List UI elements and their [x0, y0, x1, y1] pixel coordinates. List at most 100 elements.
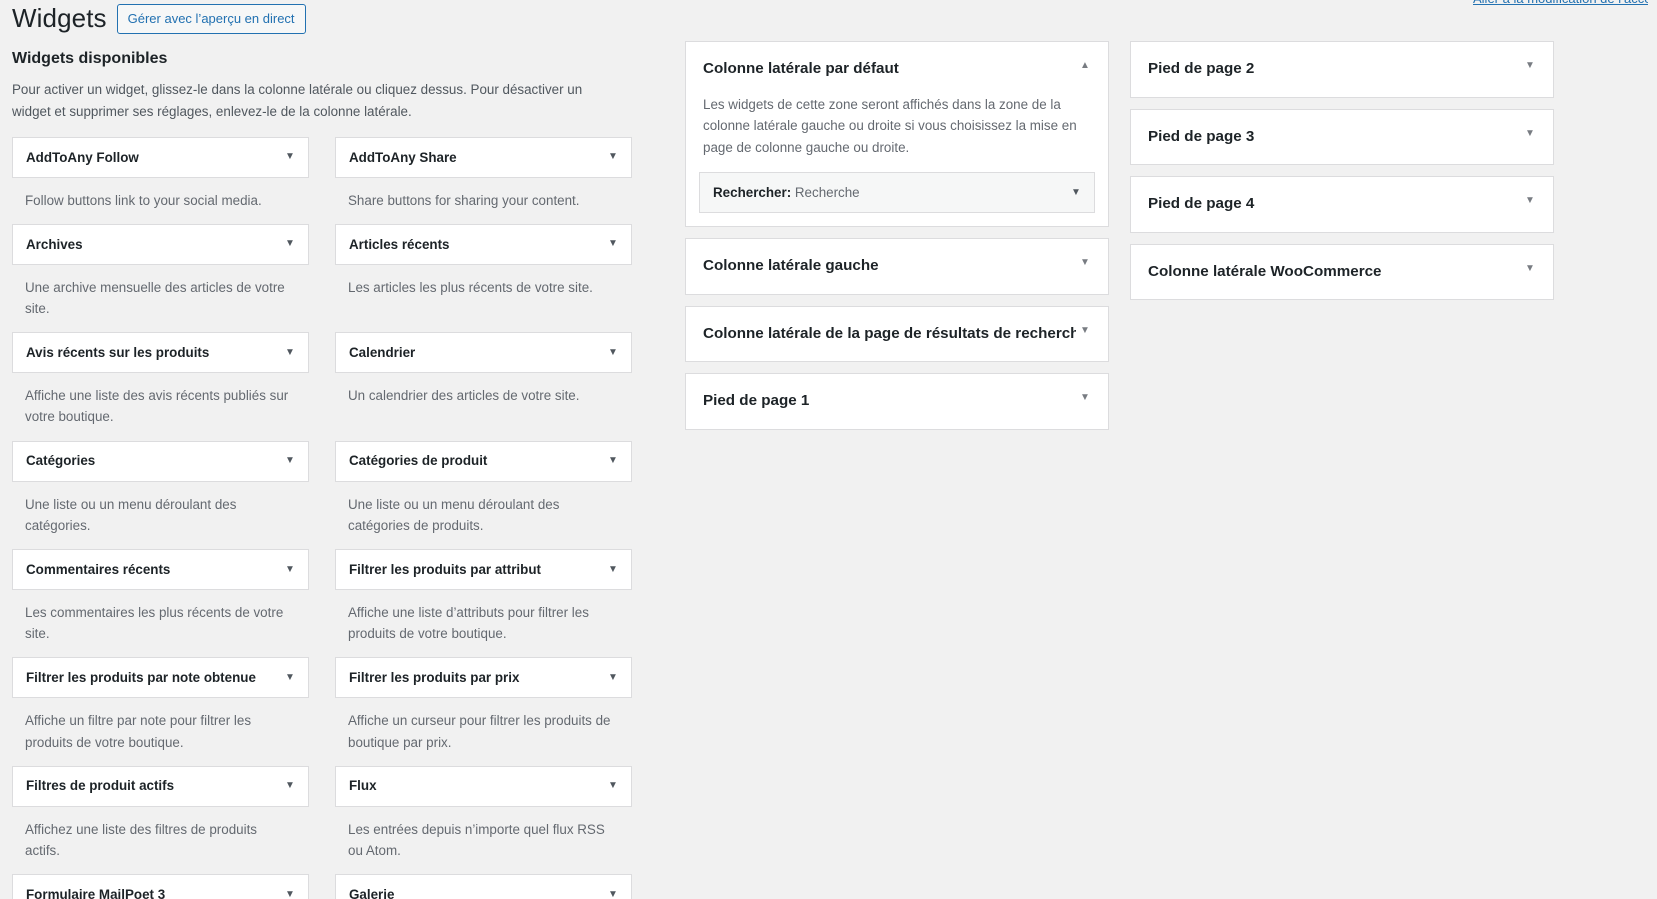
chevron-down-icon[interactable]: ▼: [605, 456, 621, 466]
chevron-down-icon[interactable]: ▼: [605, 564, 621, 575]
available-widget-description: Affiche une liste d’attributs pour filtr…: [348, 605, 589, 642]
sidebar-panel-header[interactable]: Colonne latérale WooCommerce ▼: [1131, 245, 1553, 300]
chevron-down-icon[interactable]: ▼: [605, 672, 621, 683]
chevron-down-icon[interactable]: ▼: [1521, 194, 1539, 208]
available-widget-description: Une liste ou un menu déroulant des catég…: [348, 496, 560, 533]
sidebar-panel-header[interactable]: Colonne latérale par défaut ▲: [686, 42, 1108, 88]
chevron-down-icon[interactable]: ▼: [282, 889, 298, 899]
available-widget-item: AddToAny Follow ▼ Follow buttons link to y…: [12, 136, 309, 224]
available-widget-card[interactable]: AddToAny Share ▼: [335, 136, 632, 178]
available-widget-name: Archives: [26, 236, 83, 252]
assigned-widget[interactable]: Rechercher: Recherche ▼: [699, 172, 1095, 214]
sidebar-panel-title: Colonne latérale par défaut: [703, 60, 899, 77]
available-widget-description: Affichez une liste des filtres de produi…: [25, 821, 257, 858]
available-widget-item: Filtrer les produits par note obtenue ▼ Af…: [12, 657, 309, 765]
chevron-down-icon[interactable]: ▼: [282, 239, 298, 249]
chevron-down-icon[interactable]: ▼: [1076, 391, 1094, 405]
available-widget-name: Articles récents: [349, 236, 450, 252]
sidebar-panel-title: Pied de page 3: [1148, 127, 1255, 145]
chevron-down-icon[interactable]: ▼: [1068, 187, 1084, 198]
available-widget-name: Filtrer les produits par note obtenue: [26, 670, 256, 686]
available-widget-card[interactable]: Catégories ▼: [12, 440, 309, 482]
available-widget-description: Un calendrier des articles de votre site…: [348, 388, 580, 404]
available-widget-card[interactable]: Avis récents sur les produits ▼: [12, 332, 309, 374]
available-widget-card[interactable]: Formulaire MailPoet 3 ▼: [12, 874, 309, 899]
available-widget-description: Les commentaires les plus récents de vot…: [25, 605, 284, 642]
available-widget-card[interactable]: Calendrier ▼: [335, 332, 632, 374]
available-widget-item: Articles récents ▼ Les articles les plus r…: [335, 223, 632, 332]
available-widgets-grid: AddToAny Follow ▼ Follow buttons link to y…: [12, 136, 632, 899]
chevron-down-icon[interactable]: ▼: [605, 347, 621, 358]
available-widget-item: Formulaire MailPoet 3▼Ajouter un formula…: [12, 874, 309, 899]
chevron-down-icon[interactable]: ▼: [605, 889, 621, 899]
available-widget-description: Une liste ou un menu déroulant des catég…: [25, 496, 237, 533]
sidebar-panel-header[interactable]: Pied de page 4 ▼: [1131, 177, 1553, 232]
available-widget-name: AddToAny Share: [349, 149, 457, 165]
chevron-down-icon[interactable]: ▼: [605, 152, 621, 162]
available-widget-card[interactable]: Archives ▼: [12, 223, 309, 265]
chevron-down-icon[interactable]: ▼: [1521, 127, 1539, 141]
sidebar-panel-description: Les widgets de cette zone seront affiché…: [703, 97, 1077, 155]
available-widget-name: Avis récents sur les produits: [26, 345, 210, 361]
available-widget-item: Filtrer les produits par prix ▼ Affiche un…: [335, 657, 632, 765]
chevron-down-icon[interactable]: ▼: [282, 456, 298, 466]
sidebar-panel-header[interactable]: Pied de page 2 ▼: [1131, 42, 1553, 97]
sidebar-panel-title: Pied de page 4: [1148, 195, 1255, 213]
chevron-down-icon[interactable]: ▼: [282, 347, 298, 358]
chevron-down-icon[interactable]: ▼: [282, 564, 298, 575]
available-widget-card[interactable]: Flux ▼: [335, 765, 632, 807]
available-widget-name: Commentaires récents: [26, 561, 171, 577]
chevron-down-icon[interactable]: ▼: [282, 781, 298, 791]
skip-to-accessibility-link-container: Aller à la modification de l’accessibili…: [1473, 0, 1648, 6]
available-widget-card[interactable]: Articles récents ▼: [335, 223, 632, 265]
available-widget-description: Share buttons for sharing your content.: [348, 192, 580, 208]
available-widget-description: Affiche un curseur pour filtrer les prod…: [348, 713, 611, 750]
accessibility-mode-link[interactable]: Aller à la modification de l’accessibili…: [1473, 0, 1648, 6]
sidebar-panel: Colonne latérale gauche ▼: [685, 238, 1109, 295]
available-widget-item: Filtres de produit actifs ▼ Affichez une l…: [12, 765, 309, 874]
available-widget-item: Flux ▼ Les entrées depuis n’importe quel f…: [335, 765, 632, 874]
sidebar-panel-title: Pied de page 1: [703, 392, 810, 410]
chevron-down-icon[interactable]: ▼: [282, 672, 298, 683]
sidebar-panel: Colonne latérale WooCommerce ▼: [1130, 243, 1554, 301]
available-widget-card[interactable]: Filtres de produit actifs ▼: [12, 765, 309, 807]
available-widget-card[interactable]: Filtrer les produits par attribut ▼: [335, 549, 632, 590]
available-widget-item: Calendrier ▼ Un calendrier des articles de…: [335, 332, 632, 440]
available-widget-item: Catégories ▼ Une liste ou un menu déroulan…: [12, 440, 309, 549]
chevron-down-icon[interactable]: ▼: [1521, 262, 1539, 276]
manage-with-live-preview-button[interactable]: Gérer avec l’aperçu en direct: [116, 3, 306, 34]
chevron-up-icon[interactable]: ▲: [1076, 59, 1094, 73]
available-widget-card[interactable]: AddToAny Follow ▼: [12, 136, 309, 178]
available-widget-item: Avis récents sur les produits ▼ Affiche un…: [12, 332, 309, 440]
sidebar-panel-header[interactable]: Colonne latérale gauche ▼: [686, 239, 1108, 294]
sidebar-panel-header[interactable]: Pied de page 3 ▼: [1131, 110, 1553, 165]
chevron-down-icon[interactable]: ▼: [282, 152, 298, 162]
available-widget-item: Catégories de produit ▼ Une liste ou un me…: [335, 440, 632, 549]
available-widgets-section: Widgets disponibles Pour activer un widg…: [12, 48, 632, 899]
available-widget-item: AddToAny Share ▼ Share buttons for sharing…: [335, 136, 632, 224]
available-widget-name: Filtres de produit actifs: [26, 778, 175, 794]
available-widget-item: Filtrer les produits par attribut ▼ Affich…: [335, 549, 632, 657]
available-widget-card[interactable]: Filtrer les produits par note obtenue ▼: [12, 657, 309, 699]
chevron-down-icon[interactable]: ▼: [605, 781, 621, 791]
page-title: Widgets: [12, 3, 107, 33]
sidebar-panel-header[interactable]: Pied de page 1 ▼: [686, 374, 1108, 429]
available-widget-card[interactable]: Galerie ▼: [335, 874, 632, 899]
chevron-down-icon[interactable]: ▼: [1521, 59, 1539, 73]
available-widget-description: Affiche un filtre par note pour filtrer …: [25, 713, 252, 750]
widgets-admin-page: Aller à la modification de l’accessibili…: [0, 0, 1657, 899]
sidebar-panel-header[interactable]: Colonne latérale de la page de résultats…: [686, 307, 1108, 362]
sidebar-panel-title: Colonne latérale gauche: [703, 257, 879, 275]
assigned-widget-label: Rechercher: Recherche: [713, 185, 860, 201]
sidebar-panel: Pied de page 1 ▼: [685, 373, 1109, 430]
sidebar-panel-title: Colonne latérale de la page de résultats…: [703, 324, 1076, 342]
sidebar-panel: Pied de page 4 ▼: [1130, 176, 1554, 233]
chevron-down-icon[interactable]: ▼: [605, 239, 621, 249]
chevron-down-icon[interactable]: ▼: [1076, 256, 1094, 270]
chevron-down-icon[interactable]: ▼: [1076, 324, 1094, 338]
available-widget-card[interactable]: Catégories de produit ▼: [335, 440, 632, 482]
sidebar-panel-title: Pied de page 2: [1148, 60, 1255, 77]
available-widget-card[interactable]: Filtrer les produits par prix ▼: [335, 657, 632, 699]
sidebar-column-middle: Colonne latérale par défaut ▲ Les widgets …: [685, 41, 1109, 441]
available-widget-card[interactable]: Commentaires récents ▼: [12, 549, 309, 590]
